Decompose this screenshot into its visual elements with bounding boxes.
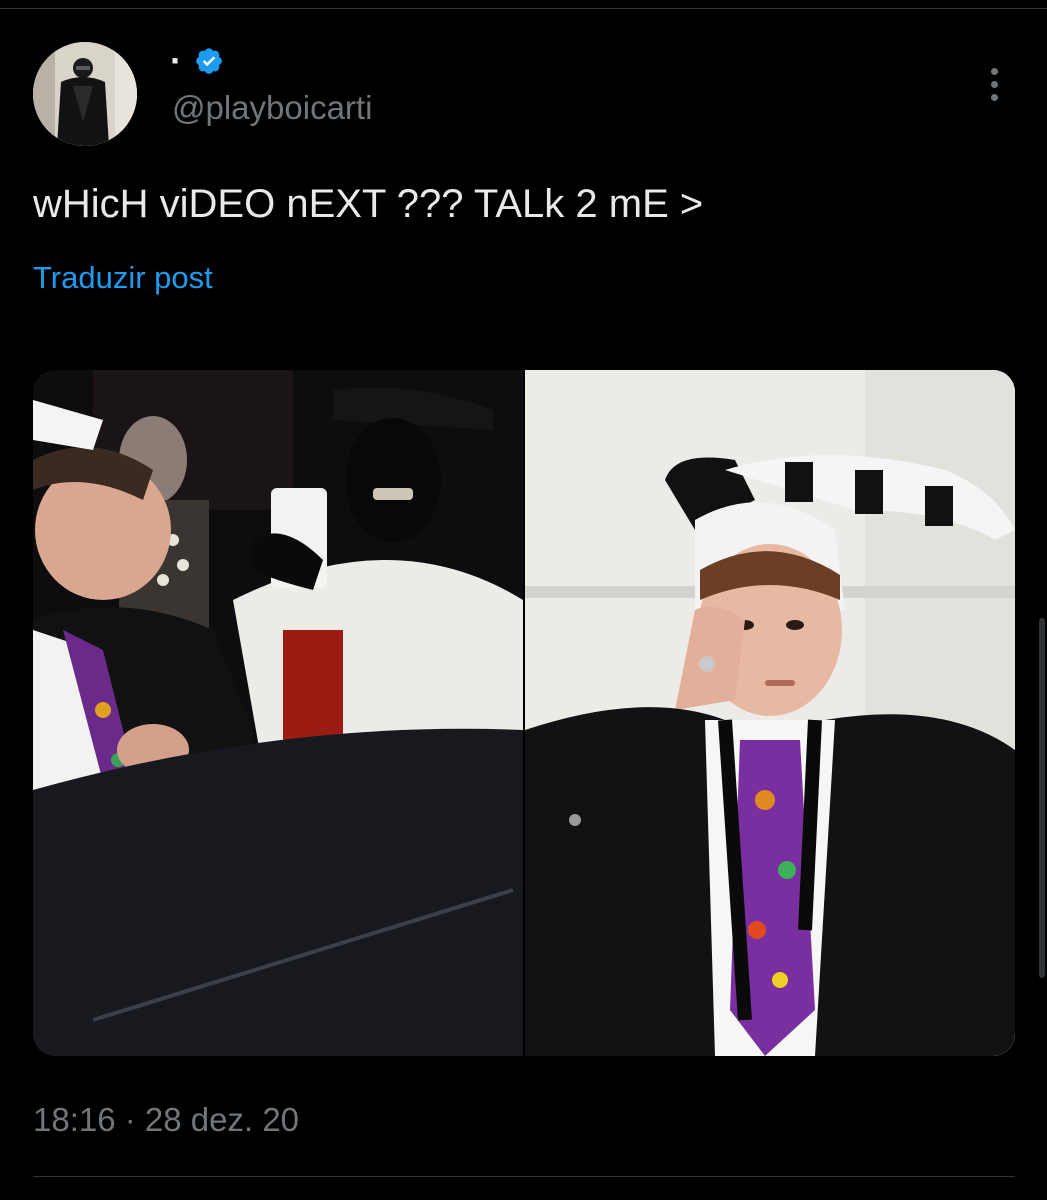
- verified-badge-icon: [196, 48, 222, 74]
- media-photo-right[interactable]: [525, 370, 1015, 1056]
- post-timestamp[interactable]: 18:16 · 28 dez. 20: [33, 1098, 299, 1142]
- more-options-icon[interactable]: [976, 62, 1012, 106]
- media-grid: [33, 370, 1015, 1056]
- dot: [990, 67, 998, 75]
- party-photo: [33, 370, 523, 1056]
- scrollbar-thumb[interactable]: [1039, 618, 1045, 978]
- author-handle[interactable]: @playboicarti: [172, 88, 372, 128]
- media-photo-left[interactable]: [33, 370, 523, 1056]
- portrait-jester-hat-photo: [525, 370, 1015, 1056]
- avatar-photo: [33, 42, 137, 146]
- dot: [990, 93, 998, 101]
- top-divider: [0, 0, 1047, 9]
- translate-post-link[interactable]: Traduzir post: [33, 258, 213, 298]
- bottom-divider: [33, 1176, 1015, 1177]
- avatar[interactable]: [33, 42, 137, 146]
- display-name-row[interactable]: ·: [170, 40, 224, 82]
- dot: [990, 80, 998, 88]
- display-name[interactable]: ·: [170, 43, 182, 79]
- post-text: wHicH viDEO nEXT ??? TALk 2 mE >: [33, 182, 704, 226]
